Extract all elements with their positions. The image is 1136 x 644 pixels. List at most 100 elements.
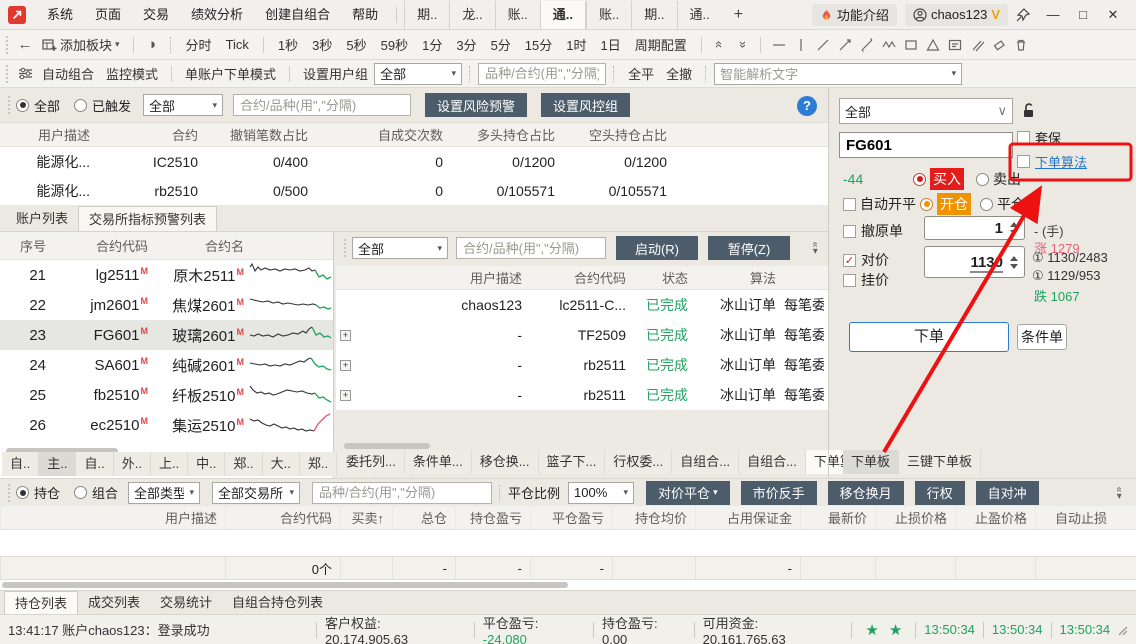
eraser-icon[interactable] — [988, 35, 1010, 55]
positions-column-header[interactable]: 总仓 — [392, 506, 455, 529]
pending-price-checkbox[interactable] — [843, 274, 856, 287]
watchlist-row[interactable]: 26ec2510M集运2510M — [0, 410, 333, 440]
positions-column-header[interactable]: 自动止损 — [1035, 506, 1115, 529]
algo-order-row[interactable]: +-TF2509已完成冰山订单每笔委 — [336, 320, 828, 350]
chart-period-button[interactable]: 周期配置 — [628, 35, 694, 54]
list-tab[interactable]: 持仓列表 — [4, 591, 78, 614]
user-group-select[interactable]: 全部▾ — [374, 63, 462, 85]
algo-scope-select[interactable]: 全部▾ — [352, 237, 448, 259]
collapse-up-icon[interactable]: « — [709, 35, 731, 55]
open-radio[interactable] — [920, 198, 933, 211]
algo-column-header[interactable]: 合约代码 — [530, 268, 634, 287]
algo-column-header[interactable]: 算法 — [696, 268, 784, 287]
chart-mode-button[interactable]: 分时 — [179, 35, 219, 54]
algo-tab[interactable]: 自组合... — [672, 450, 739, 474]
risk-column-header[interactable]: 多头持仓占比 — [453, 125, 565, 144]
expand-button[interactable]: + — [340, 330, 351, 341]
exchange-tab[interactable]: 自.. — [76, 452, 113, 476]
rectangle-icon[interactable] — [900, 35, 922, 55]
workspace-tab[interactable]: 通.. — [677, 1, 722, 29]
chart-period-button[interactable]: 5秒 — [339, 35, 373, 54]
sell-label[interactable]: 卖出 — [993, 169, 1021, 189]
action-button[interactable]: 行权 — [915, 481, 965, 505]
exchange-tab[interactable]: 外.. — [114, 452, 151, 476]
vertical-line-icon[interactable] — [790, 35, 812, 55]
order-account-select[interactable]: 全部∨ — [839, 98, 1013, 124]
horizontal-line-icon[interactable] — [768, 35, 790, 55]
drag-handle[interactable] — [6, 65, 9, 83]
tab-active[interactable]: 交易所指标预警列表 — [78, 206, 217, 231]
algo-start-button[interactable]: 启动(R) — [616, 236, 698, 260]
risk-column-header[interactable]: 空头持仓占比 — [565, 125, 677, 144]
algo-scrollbar[interactable] — [344, 443, 430, 449]
smart-parse-select[interactable]: 智能解析文字▾ — [714, 63, 962, 85]
minimize-button[interactable]: — — [1038, 7, 1068, 22]
text-annotation-icon[interactable] — [944, 35, 966, 55]
back-arrow-icon[interactable]: ← — [14, 35, 36, 55]
workspace-tab[interactable]: 期.. — [404, 1, 449, 29]
algo-pause-button[interactable]: 暂停(Z) — [708, 236, 790, 260]
pin-icon[interactable] — [1008, 8, 1038, 22]
counter-price-checkbox[interactable]: ✓ — [843, 254, 856, 267]
set-risk-warning-button[interactable]: 设置风险预警 — [425, 93, 527, 117]
chart-period-button[interactable]: 1秒 — [271, 35, 305, 54]
sell-radio[interactable] — [976, 173, 989, 186]
positions-column-header[interactable]: 买卖↑ — [340, 506, 392, 529]
drag-handle[interactable] — [8, 96, 11, 114]
chart-mode-button[interactable]: Tick — [219, 37, 256, 52]
positions-column-header[interactable]: 最新价 — [800, 506, 875, 529]
menu-item[interactable]: 系统 — [36, 0, 84, 30]
positions-column-header[interactable]: 持仓盈亏 — [455, 506, 530, 529]
algo-order-link[interactable]: 下单算法 — [1035, 152, 1087, 171]
tab-item[interactable]: 账户列表 — [6, 206, 78, 231]
algo-order-checkbox[interactable] — [1017, 155, 1030, 168]
order-symbol-input[interactable] — [839, 132, 1013, 158]
price-up-icon[interactable] — [1010, 256, 1018, 261]
combo-radio[interactable] — [74, 486, 87, 499]
help-icon[interactable]: ? — [797, 96, 817, 116]
collapse-down-icon[interactable]: « — [731, 35, 753, 55]
list-tab[interactable]: 自组合持仓列表 — [222, 591, 333, 614]
order-panel-tab[interactable]: 三键下单板 — [899, 450, 981, 474]
open-label[interactable]: 开仓 — [937, 193, 971, 215]
workspace-tab[interactable]: 通.. — [540, 1, 586, 29]
contrast-theme-icon[interactable]: ◑ — [141, 35, 163, 55]
workspace-tab[interactable]: 期.. — [631, 1, 676, 29]
menu-item[interactable]: 帮助 — [341, 0, 389, 30]
algo-tab[interactable]: 行权委... — [605, 450, 672, 474]
table-row[interactable]: 能源化...rb25100/50000/1055710/105571 — [0, 176, 828, 205]
algo-tab[interactable]: 委托列... — [338, 450, 405, 474]
menu-item[interactable]: 创建自组合 — [254, 0, 341, 30]
algo-tab[interactable]: 移仓换... — [472, 450, 539, 474]
chart-period-button[interactable]: 1日 — [594, 35, 628, 54]
exchange-tab[interactable]: 郑.. — [300, 452, 337, 476]
algo-symbol-input[interactable] — [456, 237, 606, 259]
type-filter-select[interactable]: 全部类型▾ — [128, 482, 200, 504]
cancel-orig-checkbox[interactable] — [843, 225, 856, 238]
expand-button[interactable]: + — [340, 360, 351, 371]
triangle-icon[interactable] — [922, 35, 944, 55]
algo-tab[interactable]: 条件单... — [405, 450, 472, 474]
watchlist-column-header[interactable]: 合约名 — [148, 236, 244, 255]
positions-radio[interactable] — [16, 486, 29, 499]
menu-item[interactable]: 页面 — [84, 0, 132, 30]
workspace-tab[interactable]: 账.. — [495, 1, 540, 29]
list-tab[interactable]: 成交列表 — [78, 591, 150, 614]
algo-column-header[interactable]: 状态 — [634, 268, 696, 287]
chart-period-button[interactable]: 1时 — [559, 35, 593, 54]
drag-handle[interactable] — [6, 36, 9, 54]
exchange-tab[interactable]: 郑.. — [225, 452, 262, 476]
workspace-tab[interactable]: 账.. — [586, 1, 631, 29]
risk-symbol-input[interactable] — [233, 94, 411, 116]
ray-line-icon[interactable] — [834, 35, 856, 55]
risk-column-header[interactable]: 自成交次数 — [318, 125, 453, 144]
watchlist-column-header[interactable]: 序号 — [0, 236, 46, 255]
positions-column-header[interactable]: 平仓盈亏 — [530, 506, 612, 529]
positions-column-header[interactable]: 占用保证金 — [695, 506, 800, 529]
symbol-filter-input[interactable] — [478, 63, 606, 85]
exchange-tab[interactable]: 主.. — [39, 452, 76, 476]
panel-collapse-icon[interactable]: «▾ — [812, 241, 818, 255]
action-button[interactable]: 对价平仓▾ — [646, 481, 730, 505]
algo-tab[interactable]: 自组合... — [739, 450, 806, 474]
buy-radio[interactable] — [913, 173, 926, 186]
